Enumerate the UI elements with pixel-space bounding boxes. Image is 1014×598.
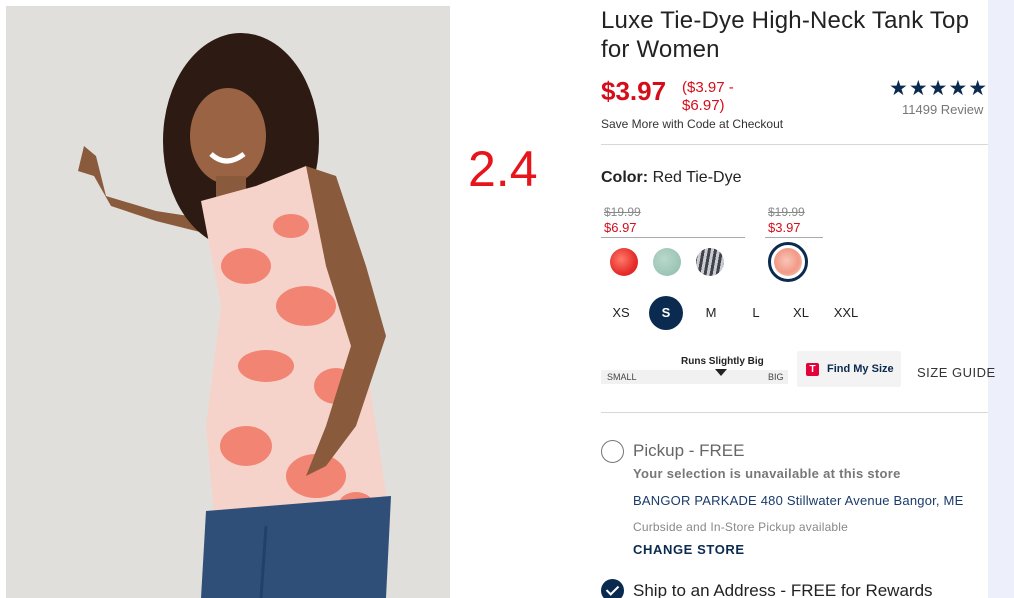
price-group-divider bbox=[601, 237, 745, 238]
ship-label[interactable]: Ship to an Address - FREE for Rewards bbox=[633, 581, 933, 598]
divider bbox=[601, 412, 988, 413]
size-xs[interactable]: XS bbox=[604, 296, 638, 330]
grey-stripe-swatch[interactable] bbox=[696, 248, 724, 276]
fit-high-label: BIG bbox=[768, 372, 784, 382]
size-xxl[interactable]: XXL bbox=[829, 296, 863, 330]
sale-price: $3.97 bbox=[601, 76, 667, 106]
price-group-divider bbox=[765, 237, 823, 238]
color-label: Color: bbox=[601, 169, 649, 186]
size-xl[interactable]: XL bbox=[784, 296, 818, 330]
find-my-size-label: Find My Size bbox=[827, 363, 894, 375]
size-s[interactable]: S bbox=[649, 296, 683, 330]
price-range: ($3.97 - $6.97) bbox=[682, 79, 734, 114]
pickup-note: Curbside and In-Store Pickup available bbox=[633, 520, 849, 534]
group-sale-price: $3.97 bbox=[768, 220, 801, 235]
fit-label: Runs Slightly Big bbox=[681, 356, 764, 367]
divider bbox=[601, 144, 988, 145]
product-title: Luxe Tie-Dye High-Neck Tank Top for Wome… bbox=[601, 7, 970, 63]
fit-low-label: SMALL bbox=[607, 372, 637, 382]
find-my-size-button[interactable]: T Find My Size bbox=[797, 351, 901, 387]
pickup-label[interactable]: Pickup - FREE bbox=[633, 441, 744, 461]
unavailable-notice: Your selection is unavailable at this st… bbox=[633, 466, 901, 481]
selected-color-name: Red Tie-Dye bbox=[652, 169, 742, 186]
store-address: BANGOR PARKADE 480 Stillwater Avenue Ban… bbox=[633, 493, 964, 508]
overlay-label: 2.4 bbox=[468, 141, 538, 197]
original-price: $19.99 bbox=[604, 205, 641, 219]
true-fit-icon: T bbox=[806, 363, 819, 376]
scrollbar-track[interactable] bbox=[988, 0, 1014, 598]
change-store-link[interactable]: CHANGE STORE bbox=[633, 542, 745, 557]
original-price: $19.99 bbox=[768, 205, 805, 219]
size-m[interactable]: M bbox=[694, 296, 728, 330]
color-row: Color: Red Tie-Dye bbox=[601, 169, 741, 187]
promo-note: Save More with Code at Checkout bbox=[601, 117, 784, 131]
pink-tie-dye-swatch[interactable] bbox=[774, 248, 802, 276]
fit-marker bbox=[714, 369, 727, 376]
size-guide-link[interactable]: SIZE GUIDE bbox=[917, 365, 996, 380]
group-sale-price: $6.97 bbox=[604, 220, 637, 235]
red-tie-dye-swatch[interactable] bbox=[610, 248, 638, 276]
sage-swatch[interactable] bbox=[653, 248, 681, 276]
pickup-radio[interactable] bbox=[601, 440, 624, 463]
ship-radio[interactable] bbox=[601, 579, 624, 598]
selected-swatch-ring[interactable] bbox=[768, 242, 808, 282]
product-image[interactable] bbox=[6, 6, 450, 598]
rating-stars[interactable]: ★★★★★ bbox=[889, 76, 988, 101]
size-l[interactable]: L bbox=[739, 296, 773, 330]
review-count-link[interactable]: 11499 Review bbox=[902, 102, 983, 117]
